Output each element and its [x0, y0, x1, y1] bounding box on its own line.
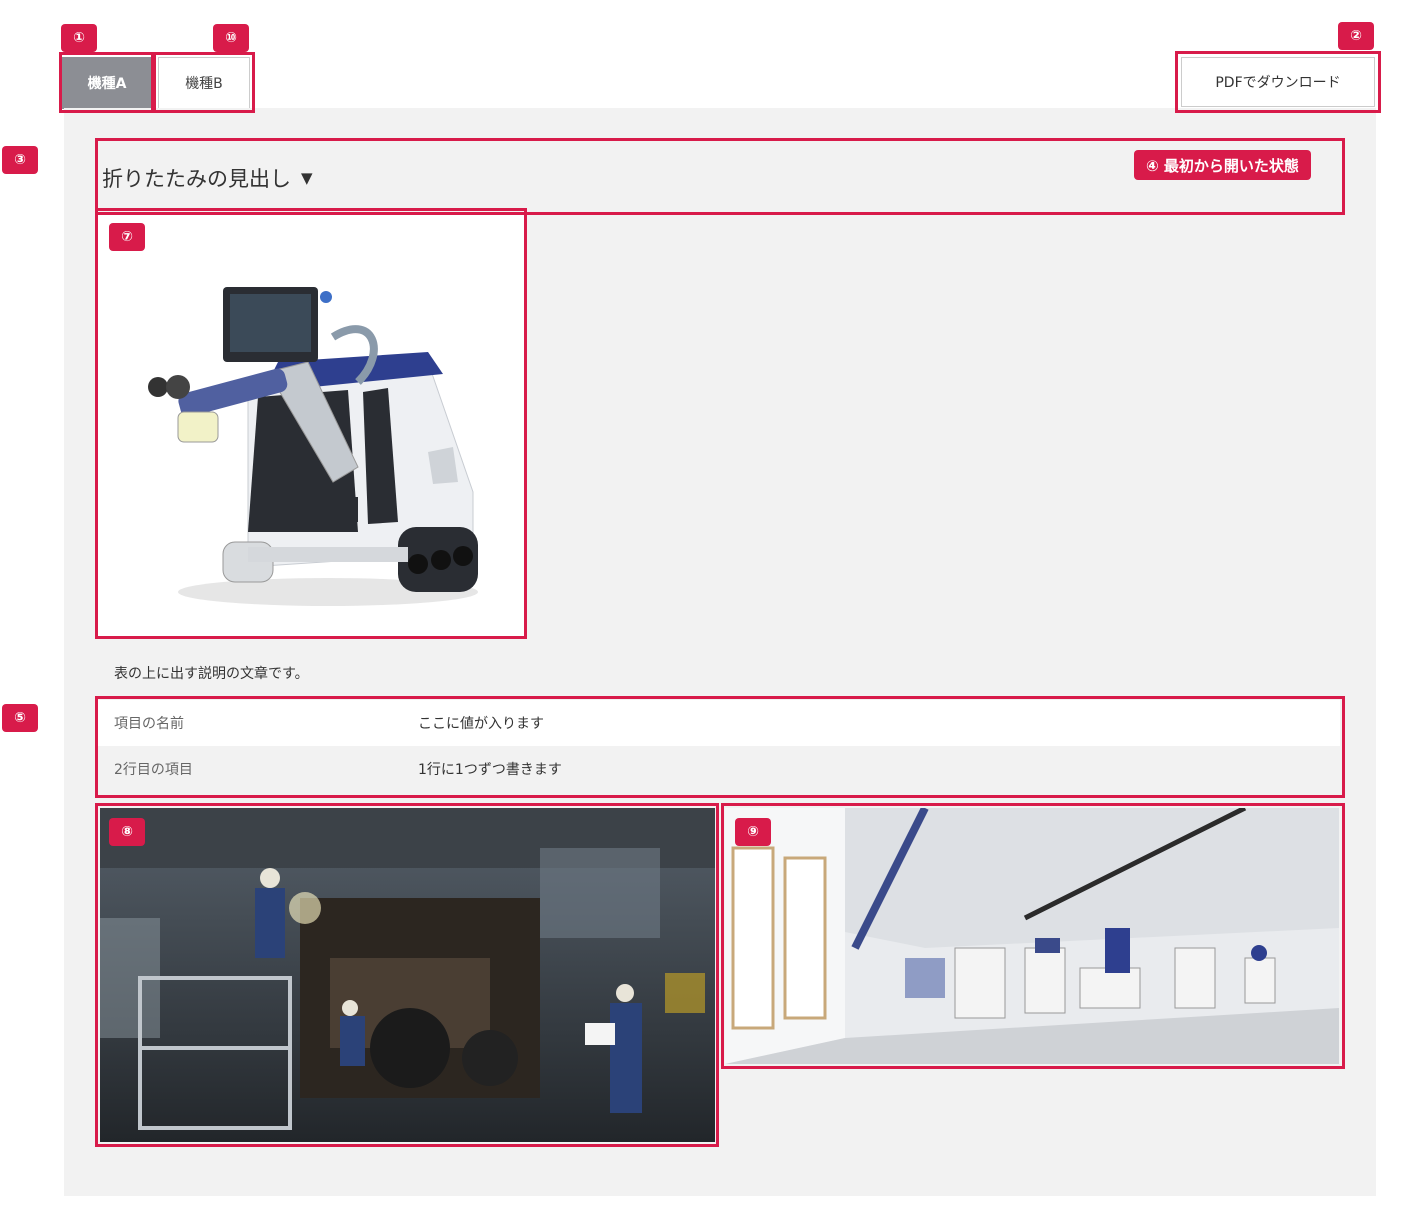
factory-image — [100, 808, 715, 1142]
badge-5: ⑤ — [2, 704, 38, 732]
factory-scene-illustration — [100, 808, 715, 1142]
badge-1: ① — [61, 24, 97, 52]
badge-2: ② — [1338, 22, 1374, 50]
laser-welder-illustration — [98, 212, 524, 636]
badge-7: ⑦ — [109, 223, 145, 251]
table-key: 項目の名前 — [114, 716, 184, 732]
caret-down-icon: ▼ — [301, 169, 313, 187]
table-value: 1行に1つずつ書きます — [418, 762, 562, 778]
accordion-header[interactable]: 折りたたみの見出し ▼ — [102, 163, 313, 193]
tab-machine-a[interactable]: 機種A — [62, 57, 152, 109]
table-key: 2行目の項目 — [114, 762, 193, 778]
table-row: 項目の名前 ここに値が入ります — [98, 700, 1340, 746]
table-row: 2行目の項目 1行に1つずつ書きます — [98, 746, 1340, 792]
table-value: ここに値が入ります — [418, 716, 544, 732]
table-description: 表の上に出す説明の文章です。 — [114, 666, 309, 682]
product-image — [98, 212, 524, 636]
badge-9: ⑨ — [735, 818, 771, 846]
badge-4-open-state: ④ 最初から開いた状態 — [1134, 150, 1311, 180]
badge-3: ③ — [2, 146, 38, 174]
badge-8: ⑧ — [109, 818, 145, 846]
tab-machine-b[interactable]: 機種B — [158, 57, 250, 109]
spec-table: 項目の名前 ここに値が入ります 2行目の項目 1行に1つずつ書きます — [98, 700, 1340, 792]
pdf-download-button[interactable]: PDFでダウンロード — [1181, 57, 1375, 107]
accordion-title: 折りたたみの見出し — [102, 167, 291, 191]
badge-10: ⑩ — [213, 24, 249, 52]
showroom-image — [725, 808, 1339, 1064]
showroom-illustration — [725, 808, 1339, 1064]
